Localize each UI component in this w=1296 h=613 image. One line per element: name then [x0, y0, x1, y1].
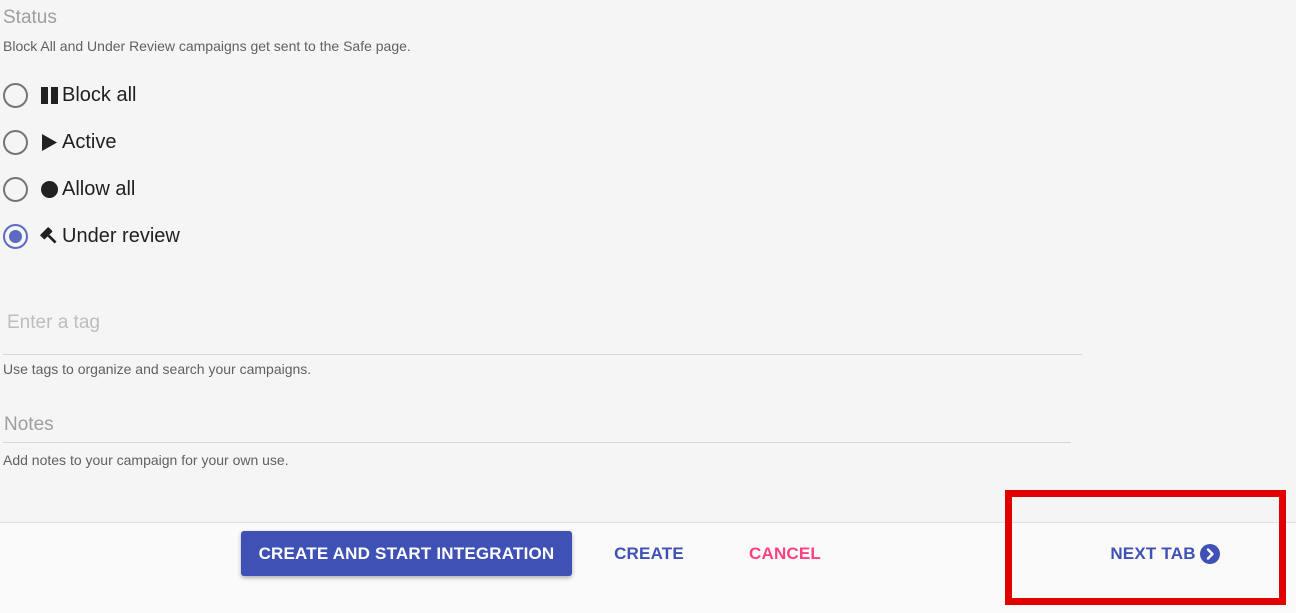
play-icon [40, 133, 59, 152]
radio-button[interactable] [3, 176, 28, 202]
chevron-right-circle-icon [1199, 543, 1220, 564]
create-and-start-integration-button[interactable]: CREATE AND START INTEGRATION [241, 531, 572, 576]
gavel-icon [40, 226, 59, 246]
status-option-under-review[interactable]: Under review [3, 222, 180, 250]
tag-input[interactable] [7, 312, 1086, 334]
campaign-form: Status Block All and Under Review campai… [0, 0, 1296, 613]
radio-label: Active [62, 130, 117, 153]
pause-icon [40, 86, 59, 105]
radio-label: Block all [62, 83, 137, 106]
tag-hint: Use tags to organize and search your cam… [3, 361, 312, 377]
status-option-allow-all[interactable]: Allow all [3, 175, 135, 203]
status-option-block-all[interactable]: Block all [3, 81, 136, 109]
status-heading: Status [3, 7, 57, 28]
create-button[interactable]: CREATE [604, 531, 694, 576]
notes-hint: Add notes to your campaign for your own … [3, 452, 289, 468]
radio-button[interactable] [3, 82, 28, 108]
notes-field [3, 408, 1072, 443]
radio-button[interactable] [3, 129, 28, 155]
radio-dot [9, 229, 22, 243]
cancel-button[interactable]: CANCEL [738, 531, 832, 576]
notes-input[interactable] [4, 414, 1072, 436]
next-tab-button[interactable]: NEXT TAB [1100, 531, 1230, 576]
form-footer: CREATE AND START INTEGRATION CREATE CANC… [0, 522, 1296, 613]
circle-icon [40, 180, 59, 199]
status-option-active[interactable]: Active [3, 128, 116, 156]
next-tab-label: NEXT TAB [1110, 543, 1196, 563]
tag-field [3, 300, 1086, 355]
radio-label: Allow all [62, 177, 136, 200]
radio-button-checked[interactable] [3, 223, 28, 249]
status-hint: Block All and Under Review campaigns get… [3, 38, 411, 54]
radio-label: Under review [62, 224, 180, 247]
